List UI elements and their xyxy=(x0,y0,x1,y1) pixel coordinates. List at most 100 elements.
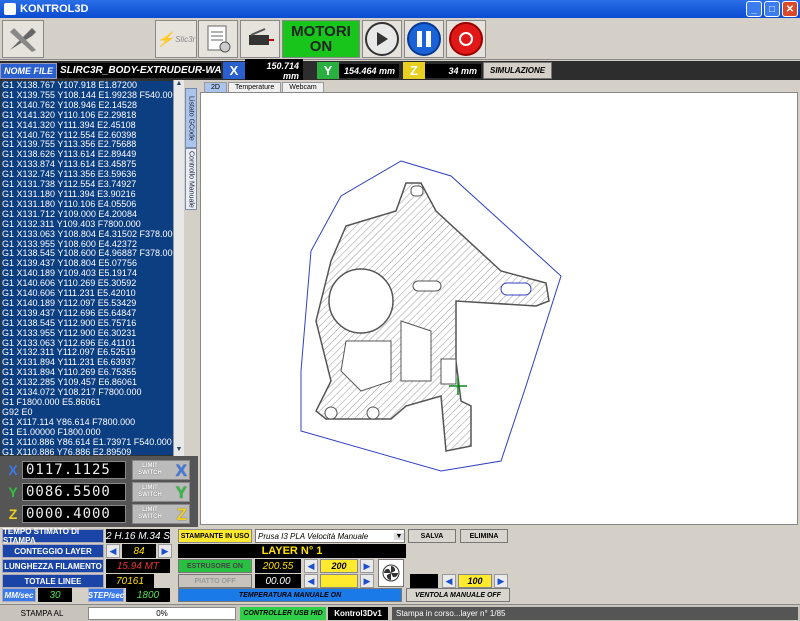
fan-up-icon[interactable]: ▶ xyxy=(494,574,508,588)
gcode-scrollbar[interactable]: ▲ ▼ xyxy=(173,80,184,456)
close-button[interactable]: ✕ xyxy=(782,1,798,17)
tab-listato-gcode[interactable]: Listato GCode xyxy=(185,88,197,148)
piatto-button[interactable]: PIATTO OFF xyxy=(178,574,252,588)
mmsec-label: MM/sec xyxy=(2,588,36,602)
fan-speed-bar xyxy=(410,574,438,588)
conteggio-label: CONTEGGIO LAYER xyxy=(2,544,104,558)
estrusore-down-icon[interactable]: ◀ xyxy=(304,559,318,573)
estrusore-value: 200.55 xyxy=(255,559,301,573)
current-rect xyxy=(440,358,457,385)
printer-select[interactable]: Prusa I3 PLA Velocità Manuale ▼ xyxy=(255,529,405,543)
x-label: X xyxy=(223,62,245,79)
estrusore-up-icon[interactable]: ▶ xyxy=(360,559,374,573)
estrusore-setpoint[interactable]: 200 xyxy=(320,559,358,573)
limit-switch-y-label: LIMIT SWITCH xyxy=(138,485,162,498)
minimize-button[interactable]: _ xyxy=(746,1,762,17)
maximize-button[interactable]: □ xyxy=(764,1,780,17)
coord-row-x: X 0117.1125 LIMIT SWITCH X xyxy=(4,460,190,480)
totale-value: 70161 xyxy=(106,574,154,588)
tempo-label: TEMPO STIMATO DI STAMPA xyxy=(2,527,104,545)
toolbar: ⚡ Slic3r MOTORI ON xyxy=(0,18,800,60)
app-icon xyxy=(4,3,16,15)
coordinates-panel: X 0117.1125 LIMIT SWITCH X Y 0086.5500 L… xyxy=(0,456,198,527)
salva-button[interactable]: SALVA xyxy=(408,529,456,543)
status-bar: STAMPA AL 0% CONTROLLER USB HID Kontrol3… xyxy=(0,604,800,621)
z-size-value: 34 mm xyxy=(425,63,481,78)
limit-switch-z-button[interactable]: LIMIT SWITCH Z xyxy=(132,504,190,524)
fan-button[interactable] xyxy=(378,559,404,587)
device-name: Kontrol3Dv1 xyxy=(328,607,388,620)
view-panel: 2D Temperature Webcam xyxy=(198,80,800,527)
power-icon xyxy=(449,22,483,56)
limit-switch-y-button[interactable]: LIMIT SWITCH Y xyxy=(132,482,190,502)
fan-value[interactable]: 100 xyxy=(458,574,492,588)
tools-icon xyxy=(10,28,36,52)
lunghezza-value: 15.94 MT xyxy=(106,559,170,573)
motori-on-button[interactable]: MOTORI ON xyxy=(282,20,360,58)
toolpath-canvas[interactable] xyxy=(200,92,798,525)
large-hole xyxy=(328,268,394,334)
file-bar: NOME FILE SLIRC3R_BODY-EXTRUDEUR-WADE.gc… xyxy=(0,58,800,83)
scroll-down-icon[interactable]: ▼ xyxy=(174,446,184,456)
limit-switch-z-letter: Z xyxy=(176,504,187,524)
gcode-list[interactable]: G1 X138.767 Y107.918 E1.87200 G1 X139.755… xyxy=(0,80,184,456)
toolpath-drawing xyxy=(300,160,562,472)
coord-z-label: Z xyxy=(8,506,18,522)
slic3r-button[interactable]: ⚡ Slic3r xyxy=(155,20,197,58)
controller-status: CONTROLLER USB HID xyxy=(240,607,326,620)
ventola-manuale-button[interactable]: VENTOLA MANUALE OFF xyxy=(406,588,510,602)
limit-switch-z-label: LIMIT SWITCH xyxy=(138,507,162,520)
tab-2d[interactable]: 2D xyxy=(204,82,227,92)
totale-label: TOTALE LINEE xyxy=(2,574,104,588)
tempo-value: 2 H.16 M.34 S xyxy=(106,529,170,543)
gcode-editor-button[interactable] xyxy=(198,20,238,58)
window-title: KONTROL3D xyxy=(20,3,89,15)
vertical-tabs: Listato GCode Controllo Manuale xyxy=(184,80,198,456)
status-message: Stampa in corso...layer n° 1/85 xyxy=(392,607,798,620)
coord-y-label: Y xyxy=(8,484,18,500)
limit-switch-x-button[interactable]: LIMIT SWITCH X xyxy=(132,460,190,480)
tab-temperature[interactable]: Temperature xyxy=(227,82,282,92)
gcode-line[interactable]: G1 X133.063 Y108.804 E4.31502 F378.000 xyxy=(1,229,183,240)
mmsec-value[interactable]: 30 xyxy=(38,588,72,602)
coord-z-value: 0000.4000 xyxy=(22,505,126,523)
motori-label-2: ON xyxy=(309,38,333,55)
slic3r-label: Slic3r xyxy=(175,34,196,44)
tab-controllo-manuale[interactable]: Controllo Manuale xyxy=(185,148,197,210)
cutout-right xyxy=(400,320,432,382)
layer-next-icon[interactable]: ▶ xyxy=(158,544,172,558)
elimina-button[interactable]: ELIMINA xyxy=(460,529,508,543)
limit-switch-button[interactable] xyxy=(240,20,280,58)
piatto-setpoint[interactable] xyxy=(320,574,358,588)
pause-button[interactable] xyxy=(404,20,444,58)
coord-row-y: Y 0086.5500 LIMIT SWITCH Y xyxy=(4,482,190,502)
stampante-label: STAMPANTE IN USO xyxy=(178,529,252,543)
temperatura-manuale-button[interactable]: TEMPERATURA MANUALE ON xyxy=(178,588,402,602)
x-size-value: 150.714 mm xyxy=(245,58,303,83)
printer-select-value: Prusa I3 PLA Velocità Manuale xyxy=(258,531,369,541)
tools-button[interactable] xyxy=(2,20,44,58)
stop-button[interactable] xyxy=(446,20,486,58)
switch-icon xyxy=(249,28,274,45)
layer-prev-icon[interactable]: ◀ xyxy=(106,544,120,558)
fan-down-icon[interactable]: ◀ xyxy=(442,574,456,588)
estrusore-button[interactable]: ESTRUSORE ON xyxy=(178,559,252,573)
slot-top xyxy=(412,280,442,292)
slot-right xyxy=(500,282,532,296)
coord-x-value: 0117.1125 xyxy=(22,461,126,479)
limit-switch-x-label: LIMIT SWITCH xyxy=(138,463,162,476)
stepsec-value[interactable]: 1800 xyxy=(126,588,170,602)
z-label: Z xyxy=(403,62,425,79)
slot-upper xyxy=(410,185,424,197)
play-button[interactable] xyxy=(362,20,402,58)
piatto-up-icon[interactable]: ▶ xyxy=(360,574,374,588)
coord-y-value: 0086.5500 xyxy=(22,483,126,501)
nome-file-label: NOME FILE xyxy=(0,62,57,79)
simulazione-button[interactable]: SIMULAZIONE xyxy=(483,62,553,79)
scroll-up-icon[interactable]: ▲ xyxy=(174,80,184,90)
layer-number-display: LAYER N° 1 xyxy=(178,544,406,558)
y-size-value: 154.464 mm xyxy=(339,63,399,78)
tab-webcam[interactable]: Webcam xyxy=(282,82,324,92)
gcode-line[interactable]: G1 X110.886 Y76.886 E2.89509 xyxy=(1,447,183,455)
piatto-down-icon[interactable]: ◀ xyxy=(304,574,318,588)
